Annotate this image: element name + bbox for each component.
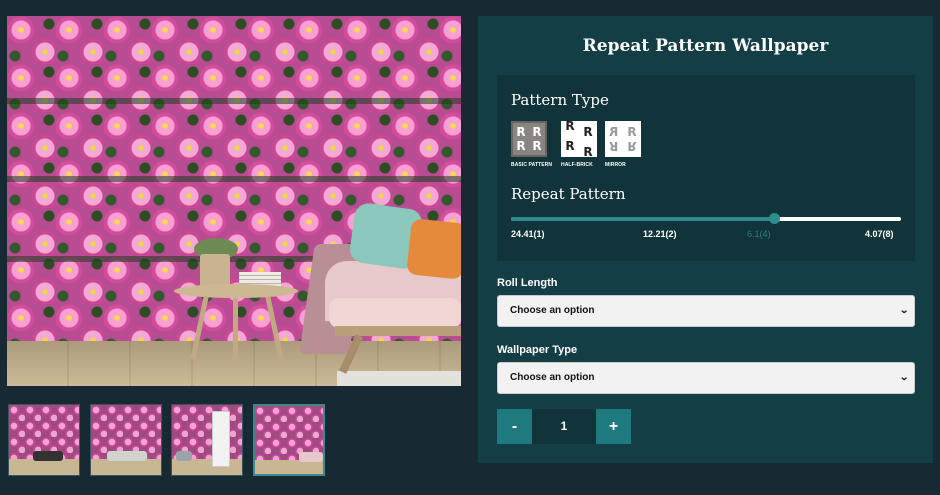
rug [337, 371, 461, 386]
table-leg [233, 298, 238, 362]
thumbnail-sofa [33, 451, 63, 461]
roll-length-value: Choose an option [510, 305, 595, 316]
pattern-option-label: BASIC PATTERN [511, 162, 553, 168]
thumbnail-4[interactable] [253, 404, 325, 476]
repeat-pattern-heading: Repeat Pattern [511, 185, 626, 203]
thumbnail-3[interactable] [171, 404, 243, 476]
pattern-option-label: HALF-BRICK [561, 162, 593, 168]
product-options-panel: Repeat Pattern Wallpaper Pattern Type RR… [478, 16, 933, 463]
thumbnail-floor [91, 459, 161, 475]
thumbnail-floor [172, 459, 242, 475]
roll-length-select[interactable]: Choose an option ⌄ [497, 295, 915, 327]
thumbnail-2[interactable] [90, 404, 162, 476]
chevron-down-icon: ⌄ [898, 372, 909, 383]
thumbnail-chair [176, 451, 192, 461]
thumbnail-sofa [299, 452, 323, 462]
thumbnail-sofa [107, 451, 147, 461]
pattern-seam [7, 176, 461, 182]
increment-button[interactable]: + [596, 409, 631, 444]
chevron-down-icon: ⌄ [898, 305, 909, 316]
repeat-tick-4[interactable]: 6.1(4) [747, 229, 771, 239]
wallpaper-type-value: Choose an option [510, 372, 595, 383]
half-brick-pattern-icon: RR RR [561, 119, 597, 159]
repeat-tick-1[interactable]: 24.41(1) [511, 229, 545, 239]
sofa-frame [335, 326, 461, 336]
side-table-top [174, 284, 298, 298]
product-title: Repeat Pattern Wallpaper [582, 36, 829, 56]
pattern-seam [7, 98, 461, 104]
pattern-type-heading: Pattern Type [511, 91, 609, 109]
repeat-pattern-slider[interactable] [511, 213, 901, 224]
repeat-tick-2[interactable]: 12.21(2) [643, 229, 677, 239]
quantity-input[interactable]: 1 [532, 409, 596, 444]
pattern-option-basic[interactable]: RR RR BASIC PATTERN [511, 121, 559, 168]
pattern-settings: Pattern Type RR RR BASIC PATTERN RR RR H… [497, 75, 915, 261]
pattern-option-mirror[interactable]: RR RR MIRROR [605, 121, 653, 168]
wallpaper-type-select[interactable]: Choose an option ⌄ [497, 362, 915, 394]
pattern-option-label: MIRROR [605, 162, 626, 168]
pattern-option-half-brick[interactable]: RR RR HALF-BRICK [561, 119, 609, 168]
main-product-image[interactable] [7, 16, 461, 386]
slider-fill [511, 217, 775, 221]
wallpaper-type-label: Wallpaper Type [497, 344, 578, 356]
slider-handle[interactable] [769, 213, 781, 224]
sofa-seat [329, 298, 461, 328]
thumbnail-floor [9, 459, 79, 475]
mirror-pattern-icon: RR RR [605, 121, 641, 157]
thumbnail-door [212, 411, 230, 467]
basic-pattern-icon: RR RR [511, 121, 547, 157]
orange-pillow [406, 218, 461, 280]
thumbnail-1[interactable] [8, 404, 80, 476]
roll-length-label: Roll Length [497, 277, 558, 289]
thumbnail-floor [255, 460, 323, 474]
decrement-button[interactable]: - [497, 409, 532, 444]
repeat-tick-8[interactable]: 4.07(8) [865, 229, 894, 239]
